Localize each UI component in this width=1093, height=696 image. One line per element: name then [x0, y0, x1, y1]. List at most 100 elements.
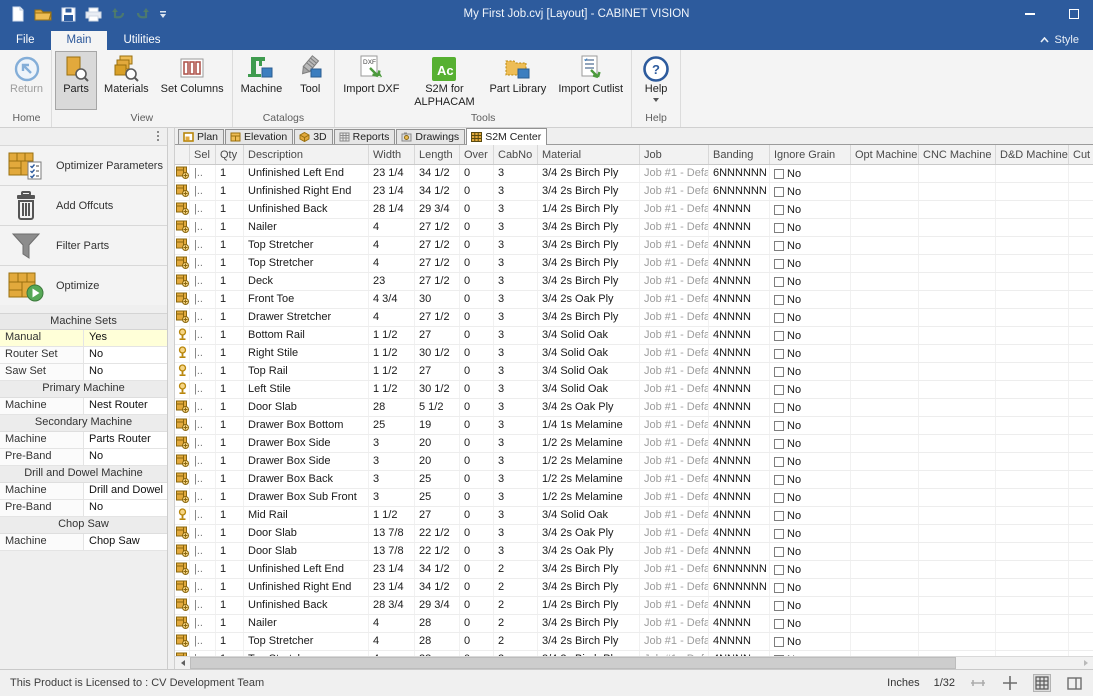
scroll-right-button[interactable] [1078, 657, 1093, 669]
column-header-material[interactable]: Material [538, 145, 640, 164]
ignore-grain-checkbox[interactable] [774, 475, 784, 485]
ignore-grain-checkbox[interactable] [774, 205, 784, 215]
tab-main[interactable]: Main [51, 31, 108, 50]
table-row[interactable]: |..1Front Toe4 3/430033/4 2s Oak PlyJob … [175, 291, 1093, 309]
ignore-grain-checkbox[interactable] [774, 511, 784, 521]
column-header-length[interactable]: Length [415, 145, 460, 164]
setting-value[interactable]: Drill and Dowel [84, 483, 167, 500]
add-offcuts-button[interactable]: Add Offcuts [0, 185, 167, 225]
alphacam-button[interactable]: Ac S2M for ALPHACAM [406, 51, 482, 110]
setting-value[interactable]: Parts Router [84, 432, 167, 449]
ignore-grain-checkbox[interactable] [774, 223, 784, 233]
undo-icon[interactable] [111, 7, 126, 21]
cell-sel[interactable]: |.. [190, 579, 216, 596]
ignore-grain-checkbox[interactable] [774, 601, 784, 611]
machine-button[interactable]: Machine [236, 51, 288, 110]
tab-s2m-center[interactable]: S2M Center [466, 128, 547, 145]
table-row[interactable]: |..1Unfinished Right End23 1/434 1/2023/… [175, 579, 1093, 597]
ignore-grain-checkbox[interactable] [774, 493, 784, 503]
import-dxf-button[interactable]: DXF Import DXF [338, 51, 404, 110]
optimize-button[interactable]: Optimize [0, 265, 167, 305]
ignore-grain-checkbox[interactable] [774, 187, 784, 197]
cell-sel[interactable]: |.. [190, 327, 216, 344]
cell-sel[interactable]: |.. [190, 237, 216, 254]
cell-sel[interactable]: |.. [190, 255, 216, 272]
table-row[interactable]: |..1Drawer Box Sub Front325031/2 2s Mela… [175, 489, 1093, 507]
table-row[interactable]: |..1Nailer428023/4 2s Birch PlyJob #1 - … [175, 615, 1093, 633]
customize-caret-icon[interactable] [159, 10, 167, 19]
horizontal-scrollbar[interactable] [175, 656, 1093, 669]
cell-sel[interactable]: |.. [190, 435, 216, 452]
table-row[interactable]: |..1Top Stretcher427 1/2033/4 2s Birch P… [175, 255, 1093, 273]
column-header-banding[interactable]: Banding [709, 145, 770, 164]
cell-sel[interactable]: |.. [190, 345, 216, 362]
table-row[interactable]: |..1Right Stile1 1/230 1/2033/4 Solid Oa… [175, 345, 1093, 363]
cell-sel[interactable]: |.. [190, 453, 216, 470]
ignore-grain-checkbox[interactable] [774, 439, 784, 449]
open-folder-icon[interactable] [34, 7, 52, 22]
table-row[interactable]: |..1Unfinished Left End23 1/434 1/2023/4… [175, 561, 1093, 579]
tab-utilities[interactable]: Utilities [107, 31, 176, 50]
cell-sel[interactable]: |.. [190, 489, 216, 506]
save-icon[interactable] [61, 7, 76, 22]
scrollbar-track[interactable] [956, 657, 1078, 669]
print-icon[interactable] [85, 7, 102, 22]
table-row[interactable]: |..1Drawer Box Side320031/2 2s MelamineJ… [175, 453, 1093, 471]
set-columns-button[interactable]: Set Columns [156, 51, 229, 110]
setting-value[interactable]: No [84, 500, 167, 517]
grid-view-icon[interactable] [1033, 674, 1051, 692]
setting-value[interactable]: Chop Saw [84, 534, 167, 551]
ignore-grain-checkbox[interactable] [774, 619, 784, 629]
redo-icon[interactable] [135, 7, 150, 21]
table-row[interactable]: |..1Bottom Rail1 1/227033/4 Solid OakJob… [175, 327, 1093, 345]
tab-drawings[interactable]: Drawings [396, 129, 465, 144]
column-header-dd_machine[interactable]: D&D Machine [996, 145, 1069, 164]
sidebar-splitter[interactable] [168, 128, 175, 669]
help-button[interactable]: ? Help [635, 51, 677, 110]
cell-sel[interactable]: |.. [190, 309, 216, 326]
setting-value[interactable]: No [84, 347, 167, 364]
cell-sel[interactable]: |.. [190, 633, 216, 650]
part-library-button[interactable]: Part Library [484, 51, 551, 110]
column-header-cut_machine[interactable]: Cut M [1069, 145, 1093, 164]
cell-sel[interactable]: |.. [190, 363, 216, 380]
column-header-width[interactable]: Width [369, 145, 415, 164]
tab-elevation[interactable]: Elevation [225, 129, 293, 144]
import-cutlist-button[interactable]: Import Cutlist [553, 51, 628, 110]
cell-sel[interactable]: |.. [190, 183, 216, 200]
table-row[interactable]: |..1Door Slab13 7/822 1/2033/4 2s Oak Pl… [175, 525, 1093, 543]
ignore-grain-checkbox[interactable] [774, 565, 784, 575]
table-row[interactable]: |..1Drawer Box Back325031/2 2s MelamineJ… [175, 471, 1093, 489]
ignore-grain-checkbox[interactable] [774, 295, 784, 305]
return-button[interactable]: Return [5, 51, 48, 110]
ignore-grain-checkbox[interactable] [774, 421, 784, 431]
cell-sel[interactable]: |.. [190, 471, 216, 488]
ignore-grain-checkbox[interactable] [774, 331, 784, 341]
cell-sel[interactable]: |.. [190, 291, 216, 308]
column-header-qty[interactable]: Qty [216, 145, 244, 164]
cell-sel[interactable]: |.. [190, 165, 216, 182]
tool-button[interactable]: Tool [289, 51, 331, 110]
ignore-grain-checkbox[interactable] [774, 637, 784, 647]
table-row[interactable]: |..1Drawer Box Bottom2519031/4 1s Melami… [175, 417, 1093, 435]
tab-plan[interactable]: Plan [178, 129, 224, 144]
column-header-cnc_machine[interactable]: CNC Machine [919, 145, 996, 164]
column-header-cabno[interactable]: CabNo [494, 145, 538, 164]
ignore-grain-checkbox[interactable] [774, 457, 784, 467]
table-row[interactable]: |..1Deck2327 1/2033/4 2s Birch PlyJob #1… [175, 273, 1093, 291]
cell-sel[interactable]: |.. [190, 561, 216, 578]
ignore-grain-checkbox[interactable] [774, 259, 784, 269]
table-row[interactable]: |..1Door Slab285 1/2033/4 2s Oak PlyJob … [175, 399, 1093, 417]
cell-sel[interactable]: |.. [190, 399, 216, 416]
style-control[interactable]: Style [1040, 34, 1093, 50]
scroll-left-button[interactable] [175, 657, 190, 669]
ignore-grain-checkbox[interactable] [774, 367, 784, 377]
table-row[interactable]: |..1Unfinished Back28 1/429 3/4031/4 2s … [175, 201, 1093, 219]
minimize-button[interactable] [1025, 13, 1035, 15]
column-header-ignore_grain[interactable]: Ignore Grain [770, 145, 851, 164]
table-row[interactable]: |..1Door Slab13 7/822 1/2033/4 2s Oak Pl… [175, 543, 1093, 561]
cell-sel[interactable]: |.. [190, 381, 216, 398]
table-row[interactable]: |..1Left Stile1 1/230 1/2033/4 Solid Oak… [175, 381, 1093, 399]
setting-value[interactable]: No [84, 449, 167, 466]
cell-sel[interactable]: |.. [190, 219, 216, 236]
